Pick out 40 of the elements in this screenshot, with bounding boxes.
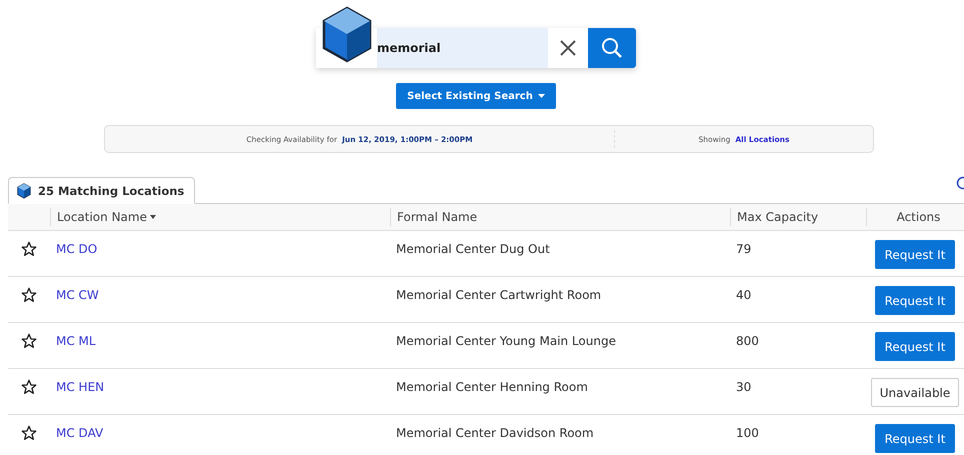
- search-button[interactable]: [588, 28, 636, 68]
- location-link[interactable]: MC DAV: [50, 415, 390, 440]
- column-header: Actions: [866, 208, 964, 226]
- sort-caret-icon: [150, 215, 156, 219]
- favorite-star-icon[interactable]: [21, 287, 37, 303]
- clear-button[interactable]: [548, 28, 588, 68]
- cube-icon: [17, 182, 31, 198]
- table-cell-text: Memorial Center Young Main Lounge: [395, 333, 617, 348]
- caret-icon: [538, 94, 545, 98]
- table-cell-text: 100: [735, 425, 760, 440]
- table-cell-text: Memorial Center Henning Room: [395, 379, 589, 394]
- location-link[interactable]: MC CW: [50, 277, 390, 302]
- location-link[interactable]: MC HEN: [50, 369, 390, 394]
- location-link[interactable]: MC DO: [50, 231, 390, 256]
- table-cell-text: 800: [735, 333, 760, 348]
- favorite-star-icon[interactable]: [21, 241, 37, 257]
- location-link[interactable]: MC ML: [50, 323, 390, 348]
- request-button[interactable]: Request It: [874, 286, 956, 315]
- search-field[interactable]: memorial: [377, 28, 548, 68]
- request-button[interactable]: Request It: [874, 240, 956, 269]
- results-tab[interactable]: 25 Matching Locations: [8, 177, 196, 204]
- table-cell-text: Memorial Center Davidson Room: [395, 425, 595, 440]
- table-cell-text: 79: [735, 241, 752, 256]
- table-cell-text: 40: [735, 287, 752, 302]
- request-button[interactable]: Request It: [874, 332, 956, 361]
- search-icon: [601, 37, 623, 59]
- favorite-star-icon[interactable]: [21, 425, 37, 441]
- table-cell-text: Memorial Center Dug Out: [395, 241, 551, 256]
- close-icon: [560, 40, 576, 56]
- request-button[interactable]: Request It: [874, 424, 956, 453]
- unavailable-button[interactable]: Unavailable: [870, 378, 960, 407]
- favorite-star-icon[interactable]: [21, 333, 37, 349]
- table-cell-text: 30: [735, 379, 752, 394]
- column-header: Formal Name: [390, 208, 730, 226]
- column-header[interactable]: Location Name: [50, 208, 390, 226]
- select-existing-search-button[interactable]: Select Existing Search: [396, 83, 556, 109]
- column-header: Max Capacity: [730, 208, 866, 226]
- favorite-star-icon[interactable]: [21, 379, 37, 395]
- cube-logo-icon: [322, 6, 372, 64]
- table-cell-text: Memorial Center Cartwright Room: [395, 287, 602, 302]
